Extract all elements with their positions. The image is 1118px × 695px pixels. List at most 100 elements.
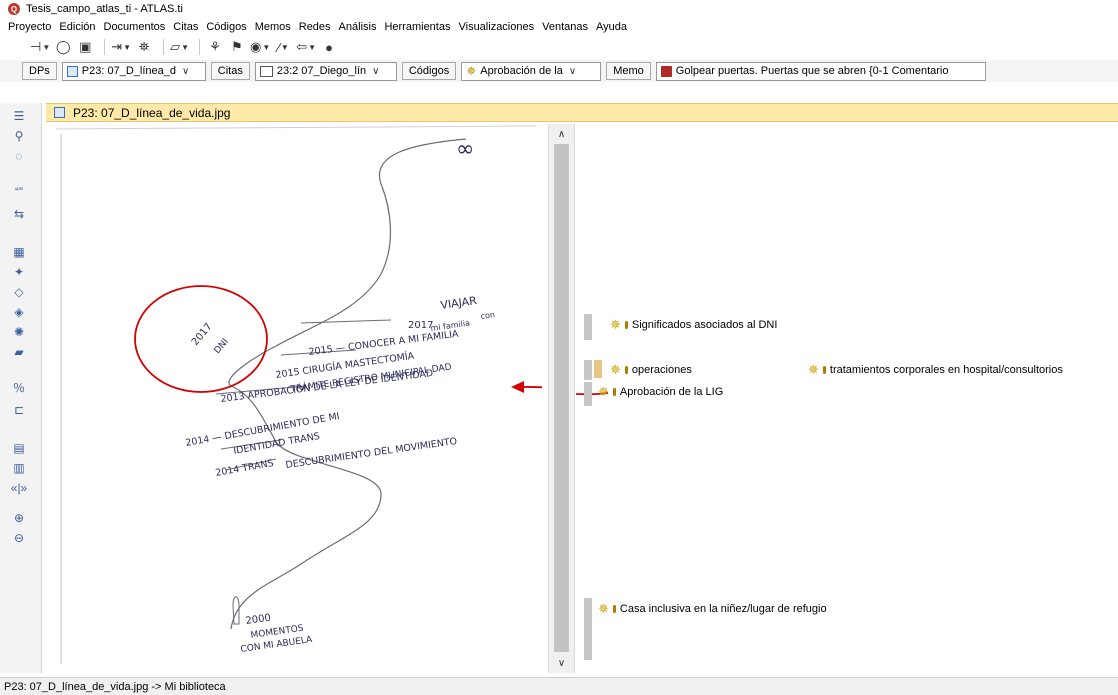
quote-link-icon[interactable]: ⇆ — [8, 205, 30, 223]
menu-citas[interactable]: Citas — [173, 21, 198, 33]
magnifier-icon[interactable]: ⚲ — [8, 127, 30, 145]
menu-edicion[interactable]: Edición — [59, 21, 95, 33]
lifeline-drawing: ∞ VIAJAR con mi familia 2017 2015 — CONO… — [55, 125, 542, 664]
cooccurrence-icon[interactable]: ⚑ — [228, 38, 246, 56]
memo-button[interactable]: Memo — [606, 62, 651, 80]
code-label-operaciones[interactable]: ✵ operaciones — [610, 362, 692, 378]
red-arrow-head — [511, 381, 524, 393]
open-folder-icon[interactable]: ▱ ▼ — [170, 38, 189, 56]
menu-memos[interactable]: Memos — [255, 21, 291, 33]
menu-analisis[interactable]: Análisis — [339, 21, 377, 33]
zoom-in-icon[interactable]: ⊕ — [8, 509, 30, 527]
window-bottom-icon[interactable]: ▥ — [8, 459, 30, 477]
comment-drop-icon — [612, 605, 616, 613]
scroll-thumb[interactable] — [554, 144, 569, 652]
code-star-icon: ✵ — [808, 362, 819, 377]
comment-icon[interactable]: ◯ — [54, 38, 72, 56]
document-selector-value: P23: 07_D_línea_d — [81, 65, 176, 77]
code-target-icon[interactable]: ✺ — [8, 323, 30, 341]
chevron-down-icon: ∨ — [568, 65, 577, 77]
menu-visualizaciones[interactable]: Visualizaciones — [458, 21, 534, 33]
red-annotation-arrow — [520, 386, 542, 389]
hw-2017-viajar: 2017 — [408, 320, 433, 331]
chevron-down-icon: ∨ — [181, 65, 190, 77]
menu-redes[interactable]: Redes — [299, 21, 331, 33]
code-star-icon: ✵ — [598, 601, 609, 616]
zoom-out-icon[interactable]: ⊖ — [8, 529, 30, 547]
margin-bar-casa[interactable] — [584, 598, 592, 660]
quote-marks-icon[interactable]: “” — [8, 183, 30, 201]
margin-icon[interactable]: «|» — [8, 479, 30, 497]
margin-bar-operaciones[interactable] — [594, 360, 602, 378]
code-label-text: Significados asociados al DNI — [631, 319, 778, 331]
status-bar: P23: 07_D_línea_de_vida.jpg -> Mi biblio… — [0, 677, 1118, 695]
window-split-icon[interactable]: ▤ — [8, 439, 30, 457]
vertical-scrollbar[interactable]: ∧ ∨ — [548, 124, 575, 673]
memo-selector[interactable]: Golpear puertas. Puertas que se abren {0… — [655, 61, 986, 81]
code-grid-icon[interactable]: ▦ — [8, 243, 30, 261]
xml-icon[interactable]: ◉ ▼ — [250, 38, 270, 56]
document-selector[interactable]: P23: 07_D_línea_d ∨ — [61, 61, 206, 81]
comment-drop-icon — [624, 321, 628, 329]
navigator-toolbar: DPs P23: 07_D_línea_d ∨ Citas 23:2 07_Di… — [0, 60, 1118, 82]
binoculars-icon[interactable]: ⛯ — [135, 38, 153, 56]
list-icon[interactable]: ☰ — [8, 107, 30, 125]
margin-bar-dni[interactable] — [584, 314, 592, 340]
citas-button[interactable]: Citas — [210, 62, 250, 80]
atlas-app-icon: Q — [8, 3, 20, 15]
code-star-icon: ✵ — [610, 317, 621, 332]
code-label-dni[interactable]: ✵ Significados asociados al DNI — [610, 317, 777, 333]
code-label-text: Casa inclusiva en la niñez/lugar de refu… — [619, 603, 827, 615]
scroll-up-icon[interactable]: ∧ — [549, 126, 574, 142]
menu-documentos[interactable]: Documentos — [104, 21, 166, 33]
image-document-icon — [54, 107, 65, 118]
menu-ayuda[interactable]: Ayuda — [596, 21, 627, 33]
code-star-icon: ✵ — [610, 362, 621, 377]
code-star-icon[interactable]: ✦ — [8, 263, 30, 281]
bomb-icon[interactable]: ● — [320, 38, 338, 56]
code-label-text: Aprobación de la LIG — [619, 386, 724, 398]
code-label-casa[interactable]: ✵ Casa inclusiva en la niñez/lugar de re… — [598, 601, 827, 617]
hw-dni: DNI — [213, 337, 231, 356]
code-pair-icon[interactable]: ◈ — [8, 303, 30, 321]
infinity-mark: ∞ — [456, 137, 474, 162]
code-selector[interactable]: ✵ Aprobación de la ∨ — [461, 61, 602, 81]
memo-red-icon[interactable]: ▰ — [8, 343, 30, 361]
wand-icon[interactable]: ⁄ ▼ — [274, 38, 292, 56]
code-label-tratamientos[interactable]: ✵ tratamientos corporales en hospital/co… — [808, 362, 1063, 378]
margin-bar-lig[interactable] — [584, 382, 592, 406]
zoom-percent-icon[interactable]: ％ — [8, 378, 30, 396]
codigos-button[interactable]: Códigos — [401, 62, 457, 80]
document-image-pane[interactable]: ∞ VIAJAR con mi familia 2017 2015 — CONO… — [46, 124, 542, 673]
menu-bar: Proyecto Edición Documentos Citas Código… — [0, 19, 1118, 35]
menu-proyecto[interactable]: Proyecto — [8, 21, 51, 33]
hw-conocer: 2015 — CONOCER A MI FAMILIA — [308, 329, 460, 358]
quotation-selector-value: 23:2 07_Diego_lín — [276, 65, 367, 77]
import-icon[interactable]: ⇥ ▼ — [111, 38, 131, 56]
network-icon[interactable]: ⊣ ▼ — [30, 38, 50, 56]
back-arrow-icon[interactable]: ⇦ ▼ — [296, 38, 316, 56]
menu-codigos[interactable]: Códigos — [206, 21, 246, 33]
main-toolbar: ⊣ ▼ ◯ ▣ ⇥ ▼ ⛯ ▱ ▼ ⚘ ⚑ ◉ ▼ ⁄ ▼ ⇦ ▼ ● — [0, 36, 1118, 58]
quotation-selector[interactable]: 23:2 07_Diego_lín ∨ — [254, 61, 397, 81]
scroll-down-icon[interactable]: ∨ — [549, 655, 574, 671]
query-icon[interactable]: ⚘ — [206, 38, 224, 56]
code-label-lig[interactable]: ✵ Aprobación de la LIG — [598, 384, 723, 400]
dps-button[interactable]: DPs — [22, 62, 57, 80]
code-icon: ✵ — [466, 64, 477, 78]
window-title: Tesis_campo_atlas_ti - ATLAS.ti — [26, 3, 183, 15]
toolbar-separator — [104, 39, 106, 55]
speech-bubble-icon[interactable]: ◌ — [8, 147, 30, 165]
comment-drop-icon — [624, 366, 628, 374]
menu-herramientas[interactable]: Herramientas — [384, 21, 450, 33]
toolbar-separator — [199, 39, 200, 55]
save-icon[interactable]: ▣ — [76, 38, 94, 56]
fit-page-icon[interactable]: ⊏ — [8, 401, 30, 419]
hw-2014-trans: 2014 TRANS — [215, 458, 275, 479]
code-list-icon[interactable]: ◇ — [8, 283, 30, 301]
menu-ventanas[interactable]: Ventanas — [542, 21, 588, 33]
margin-bar-left[interactable] — [584, 360, 592, 380]
status-text: P23: 07_D_línea_de_vida.jpg -> Mi biblio… — [4, 680, 226, 693]
title-bar: Q Tesis_campo_atlas_ti - ATLAS.ti — [0, 0, 1118, 18]
margin-area: ✵ Significados asociados al DNI ✵ operac… — [576, 124, 1118, 673]
